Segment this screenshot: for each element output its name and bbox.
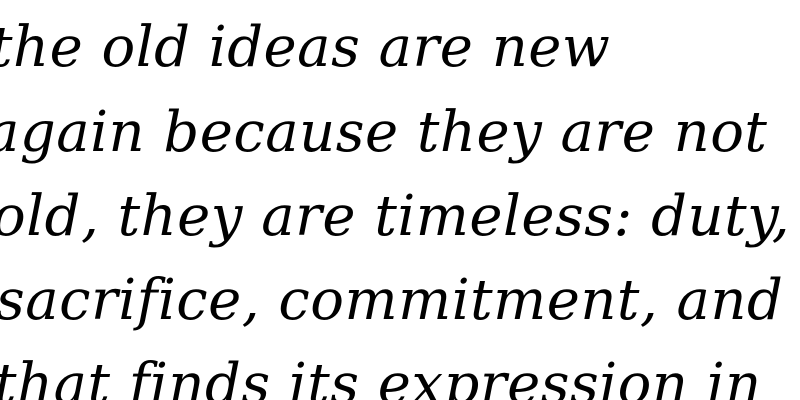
text-line-5: that finds its expression in [0, 352, 762, 400]
text-line-2: again because they are not [0, 100, 768, 165]
document-page: the old ideas are new again because they… [0, 0, 800, 400]
text-line-1: the old ideas are new [0, 15, 611, 80]
text-line-4: sacrifice, commitment, and a [0, 268, 800, 333]
text-line-3: old, they are timeless: duty, [0, 184, 791, 249]
